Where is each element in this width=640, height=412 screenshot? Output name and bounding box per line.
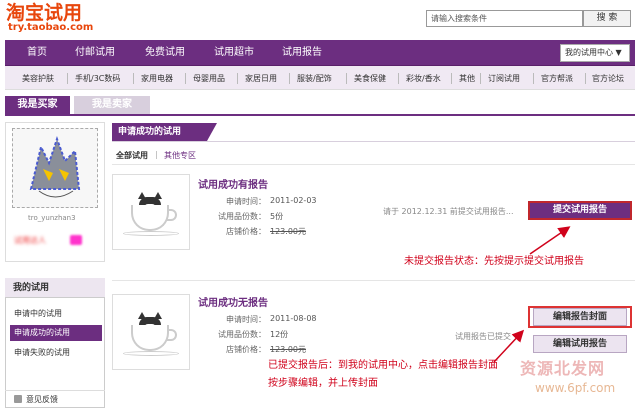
watermark-url: www.6pf.com — [535, 381, 616, 395]
annotation-arrows — [493, 226, 571, 363]
annotation-text: 按步骤编辑，并上传封面 — [268, 378, 378, 389]
watermark: 资源北发网 — [520, 359, 606, 378]
arrow-icon — [493, 329, 525, 363]
arrow-icon — [529, 226, 571, 255]
annotation-text: 已提交报告后：到我的试用中心，点击编辑报告封面 — [268, 360, 498, 371]
annotation-text: 未提交报告状态：先按提示提交试用报告 — [404, 256, 584, 267]
